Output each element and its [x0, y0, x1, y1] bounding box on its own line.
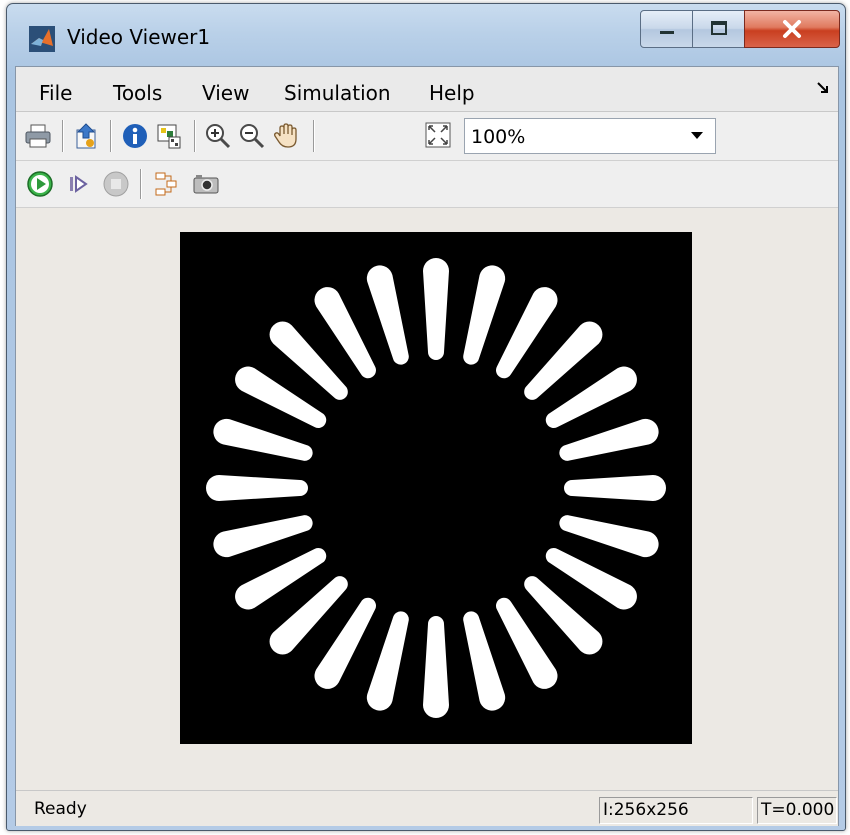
menu-help[interactable]: Help [429, 81, 475, 105]
pan-hand-icon[interactable] [272, 122, 300, 150]
spoke [366, 611, 409, 711]
zoom-level-value: 100% [471, 126, 526, 148]
colormap-icon[interactable] [155, 122, 183, 150]
simulation-time-readout: T=0.000 [757, 797, 837, 824]
spoke [366, 265, 409, 365]
spoke [463, 265, 506, 365]
spoke [559, 418, 659, 461]
info-icon[interactable] [121, 122, 149, 150]
spoke [559, 515, 659, 558]
print-icon[interactable] [24, 122, 52, 150]
spoke [423, 258, 449, 360]
video-viewer-window: Video Viewer1 File Tools View Simulation… [6, 3, 846, 831]
dock-arrow-icon[interactable] [816, 81, 830, 95]
snapshot-camera-icon[interactable] [192, 170, 220, 198]
menu-tools[interactable]: Tools [113, 81, 162, 105]
toolbar-separator [140, 169, 142, 199]
toolbar-separator [313, 120, 315, 152]
radial-spoke-pattern [206, 258, 666, 718]
spoke [213, 515, 313, 558]
menu-file[interactable]: File [39, 81, 72, 105]
menu-bar: File Tools View Simulation Help [16, 67, 838, 112]
status-text: Ready [34, 799, 87, 819]
fit-to-view-icon[interactable] [424, 121, 452, 149]
minimize-icon [660, 31, 674, 34]
spoke [206, 475, 308, 501]
simulation-toolbar [16, 161, 838, 208]
status-bar: Ready I:256x256 T=0.000 [16, 790, 838, 826]
matlab-logo-icon [29, 26, 55, 52]
window-title: Video Viewer1 [67, 25, 211, 49]
chevron-down-icon[interactable] [691, 132, 703, 139]
spoke [213, 418, 313, 461]
video-frame[interactable] [180, 232, 692, 744]
image-dimensions-readout: I:256x256 [599, 797, 753, 824]
highlight-block-icon[interactable] [152, 170, 180, 198]
step-forward-icon[interactable] [64, 170, 92, 198]
maximize-icon [711, 21, 727, 35]
menu-simulation[interactable]: Simulation [284, 81, 391, 105]
spoke [463, 611, 506, 711]
zoom-out-icon[interactable] [238, 122, 266, 150]
zoom-in-icon[interactable] [204, 122, 232, 150]
close-icon [783, 20, 801, 38]
minimize-button[interactable] [640, 10, 694, 48]
menu-view[interactable]: View [202, 81, 249, 105]
video-display-area [16, 208, 838, 790]
client-area: File Tools View Simulation Help 100% Rea… [15, 66, 839, 826]
toolbar-separator [62, 120, 64, 152]
main-toolbar: 100% [16, 112, 838, 161]
spoke [564, 475, 666, 501]
toolbar-separator [194, 120, 196, 152]
stop-icon[interactable] [102, 170, 130, 198]
close-button[interactable] [744, 10, 840, 48]
run-icon[interactable] [26, 170, 54, 198]
title-bar[interactable]: Video Viewer1 [7, 4, 845, 68]
export-to-workspace-icon[interactable] [73, 122, 101, 150]
toolbar-separator [110, 120, 112, 152]
maximize-button[interactable] [692, 10, 746, 48]
spoke [423, 616, 449, 718]
zoom-level-select[interactable]: 100% [464, 118, 716, 154]
